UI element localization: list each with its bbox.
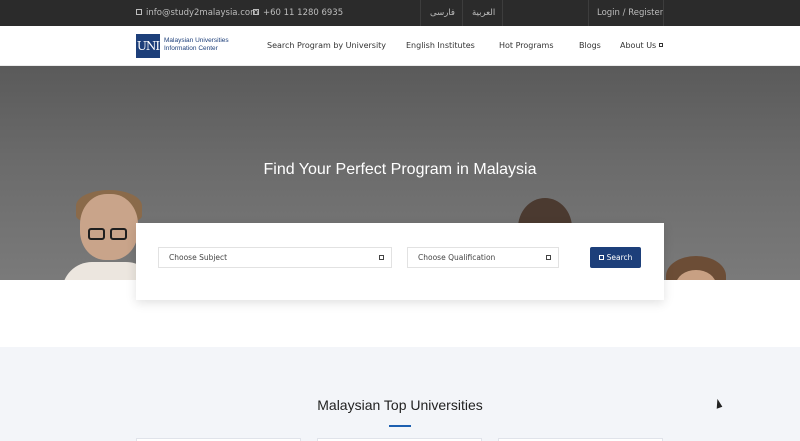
glasses-lens [88, 228, 105, 240]
subject-select-value: Choose Subject [169, 253, 228, 262]
qualification-select[interactable]: Choose Qualification [407, 247, 559, 268]
nav-hot-programs[interactable]: Hot Programs [499, 26, 554, 66]
logo-text: Malaysian Universities Information Cente… [164, 37, 229, 53]
lang-arabic-link[interactable]: العربية [472, 0, 495, 26]
search-card: Choose Subject Choose Qualification Sear… [136, 223, 664, 300]
divider [663, 0, 664, 26]
subject-select[interactable]: Choose Subject [158, 247, 392, 268]
section-title: Malaysian Top Universities [317, 397, 483, 413]
site-logo[interactable]: UNI Malaysian Universities Information C… [136, 34, 236, 58]
register-link[interactable]: Register [628, 8, 663, 18]
nav-search-program[interactable]: Search Program by University [267, 26, 386, 66]
auth-links: Login / Register [597, 0, 663, 26]
chevron-down-icon [659, 42, 664, 47]
main-header: UNI Malaysian Universities Information C… [0, 26, 800, 66]
nav-english-institutes[interactable]: English Institutes [406, 26, 475, 66]
dropdown-icon [546, 255, 551, 260]
logo-line-2: Information Center [164, 45, 218, 52]
divider [502, 0, 503, 26]
mail-icon [136, 8, 142, 15]
phone-icon [253, 8, 259, 15]
title-underline [389, 425, 411, 427]
hero-photo-person [80, 194, 138, 260]
divider [588, 0, 589, 26]
logo-line-1: Malaysian Universities [164, 37, 229, 44]
nav-blogs[interactable]: Blogs [579, 26, 601, 66]
email-link[interactable]: info@study2malaysia.com [136, 0, 258, 26]
email-text: info@study2malaysia.com [146, 8, 259, 18]
hero-title: Find Your Perfect Program in Malaysia [263, 161, 537, 178]
logo-mark: UNI [136, 34, 160, 58]
top-bar: info@study2malaysia.com +60 11 1280 6935… [0, 0, 800, 26]
lang-farsi-link[interactable]: فارسی [430, 0, 455, 26]
qualification-select-value: Choose Qualification [418, 253, 496, 262]
search-button-label: Search [606, 253, 633, 262]
search-button[interactable]: Search [590, 247, 641, 268]
divider [462, 0, 463, 26]
auth-divider: / [622, 8, 626, 18]
nav-about-us-label: About Us [620, 41, 657, 50]
search-icon [598, 254, 604, 260]
dropdown-icon [379, 255, 384, 260]
nav-about-us[interactable]: About Us [620, 26, 664, 66]
glasses-lens [110, 228, 127, 240]
phone-link[interactable]: +60 11 1280 6935 [253, 0, 343, 26]
divider [420, 0, 421, 26]
login-link[interactable]: Login [597, 8, 620, 18]
phone-text: +60 11 1280 6935 [263, 8, 344, 18]
top-universities-section: Malaysian Top Universities [0, 347, 800, 441]
